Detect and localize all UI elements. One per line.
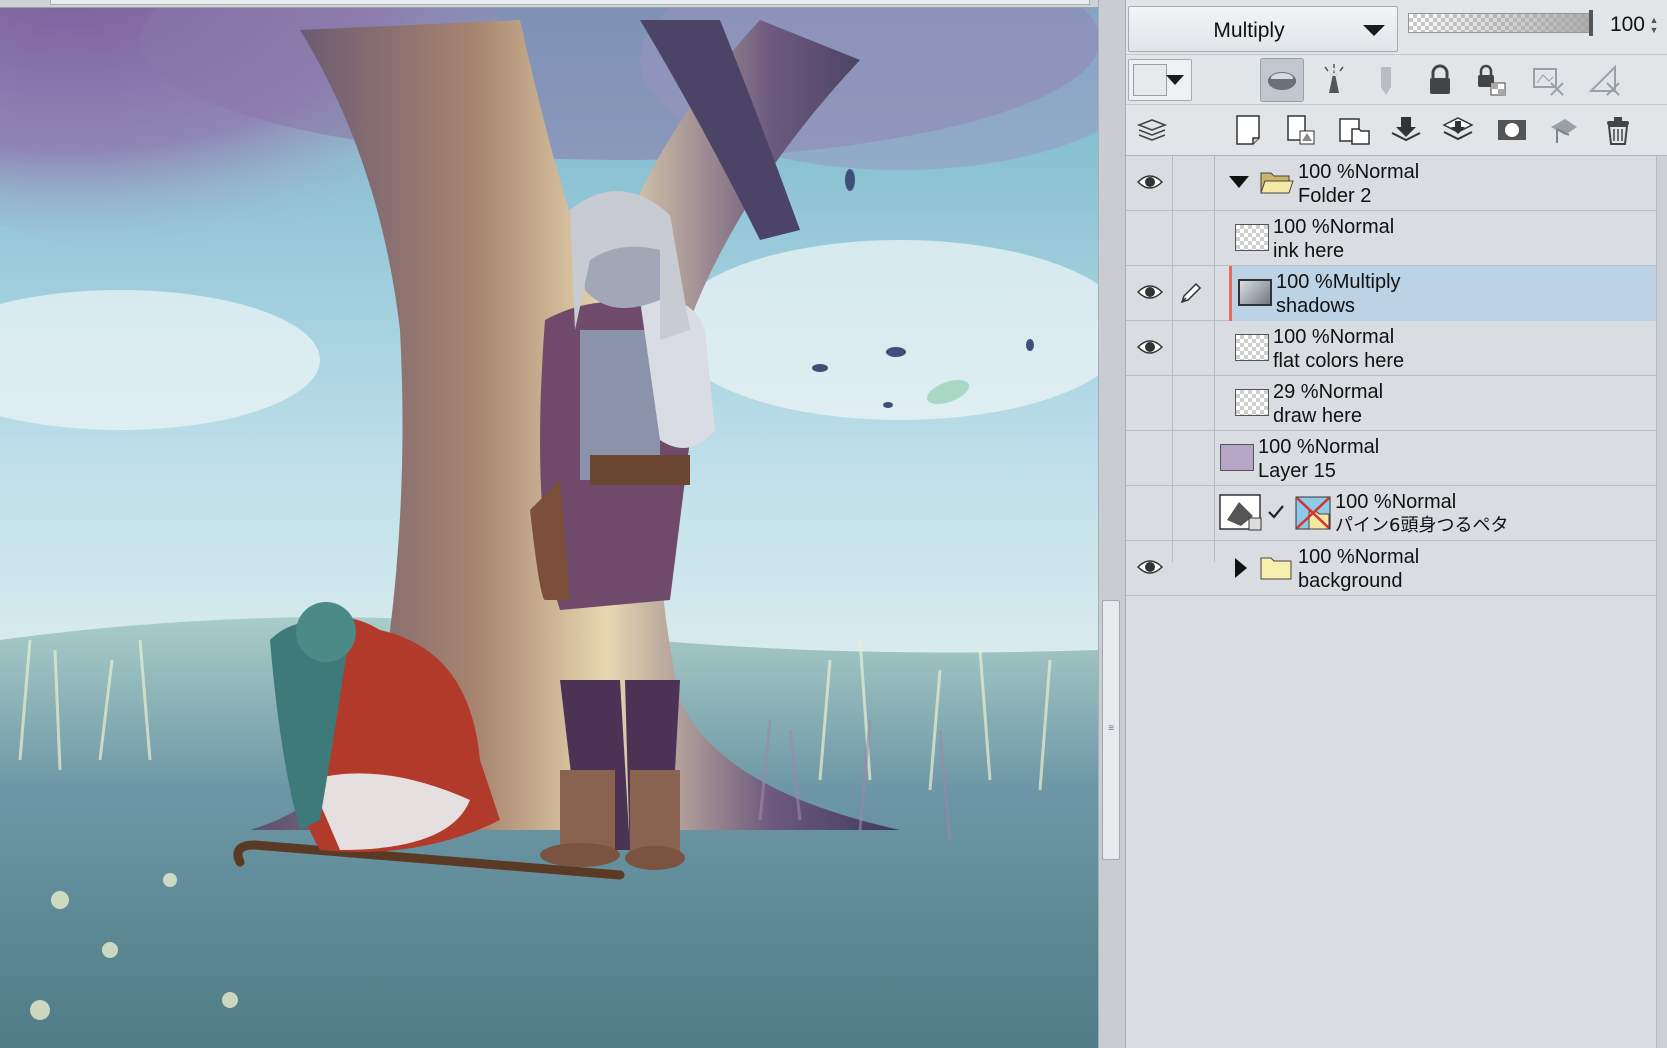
- horizontal-scroll-thumb[interactable]: [50, 0, 1090, 5]
- layer-opacity-mode: 100 %Normal: [1298, 161, 1420, 183]
- layer-row[interactable]: 100 %Normal background: [1126, 541, 1656, 596]
- eye-icon[interactable]: [1134, 553, 1166, 581]
- layer-name: shadows: [1276, 295, 1355, 317]
- opacity-spin-icon[interactable]: ▲ ▼: [1647, 15, 1661, 35]
- chevron-down-icon: [1363, 25, 1385, 36]
- layer-thumbnail: [1235, 389, 1269, 416]
- layer-thumbnail: [1238, 279, 1272, 306]
- layer-opacity-mode: 100 %Normal: [1258, 436, 1380, 458]
- layer-row[interactable]: 100 %Normal パイン6頭身つるペタ: [1126, 486, 1656, 541]
- layer-opacity-mode: 100 %Multiply: [1276, 271, 1401, 293]
- layer-row[interactable]: 100 %Normal Folder 2: [1126, 156, 1656, 211]
- layer-panel: Multiply 100 ▲ ▼ 100 %Normal Folder 2 10…: [1126, 0, 1667, 1048]
- layer-row[interactable]: 100 %Normal Layer 15: [1126, 431, 1656, 486]
- canvas-area[interactable]: [0, 0, 1098, 1048]
- lock-layer-icon[interactable]: [1418, 58, 1462, 102]
- blend-mode-dropdown[interactable]: Multiply: [1128, 6, 1398, 52]
- opacity-slider[interactable]: [1408, 10, 1593, 36]
- layer-properties-bar: Multiply 100 ▲ ▼: [1126, 0, 1667, 54]
- layer-list-scrollbar[interactable]: [1656, 156, 1667, 1048]
- layer-row[interactable]: 100 %Normal flat colors here: [1126, 321, 1656, 376]
- layer-opacity-mode: 100 %Normal: [1298, 546, 1420, 568]
- layer-name: Layer 15: [1258, 460, 1336, 482]
- layer-color-swatch: [1133, 64, 1167, 96]
- draft-layer-icon[interactable]: [1364, 58, 1408, 102]
- new-vector-layer-icon[interactable]: [1278, 108, 1322, 152]
- new-folder-icon[interactable]: [1332, 108, 1376, 152]
- canvas-horizontal-scrollbar[interactable]: [0, 0, 1098, 8]
- layer-color-dropdown[interactable]: [1128, 59, 1192, 101]
- layer-stack-icon[interactable]: [1130, 108, 1174, 152]
- splitter-grip-icon[interactable]: ≡: [1103, 724, 1119, 734]
- opacity-slider-handle[interactable]: [1589, 10, 1593, 36]
- eye-icon[interactable]: [1134, 278, 1166, 306]
- canvas-vertical-scrollbar[interactable]: ≡: [1098, 0, 1126, 1048]
- layer-property-tools: [1126, 54, 1667, 104]
- folder-icon: [1260, 557, 1292, 580]
- chevron-down-icon[interactable]: [1229, 176, 1249, 188]
- transfer-down-icon[interactable]: [1384, 108, 1428, 152]
- layer-name: draw here: [1273, 405, 1362, 427]
- chevron-right-icon[interactable]: [1235, 558, 1247, 578]
- opacity-value[interactable]: 100: [1601, 13, 1645, 37]
- layer-opacity-mode: 29 %Normal: [1273, 381, 1384, 403]
- open-folder-icon: [1260, 172, 1294, 194]
- mask-disable-icon[interactable]: [1526, 58, 1570, 102]
- 3d-layer-icon: [1219, 494, 1262, 531]
- edit-pen-icon: [1176, 278, 1206, 308]
- apply-mask-icon[interactable]: [1542, 108, 1586, 152]
- layer-list: 100 %Normal Folder 2 100 %Normal ink her…: [1126, 156, 1656, 1048]
- layer-row-selected[interactable]: 100 %Multiply shadows: [1126, 266, 1656, 321]
- layer-opacity-mode: 100 %Normal: [1273, 326, 1395, 348]
- blend-mode-value: Multiply: [1213, 19, 1285, 42]
- layer-name: background: [1298, 570, 1403, 592]
- layer-command-bar: [1126, 104, 1667, 156]
- merge-down-icon[interactable]: [1436, 108, 1480, 152]
- eye-icon[interactable]: [1134, 333, 1166, 361]
- layer-name: Folder 2: [1298, 185, 1372, 207]
- layer-name: パイン6頭身つるペタ: [1335, 515, 1509, 536]
- ruler-disable-icon[interactable]: [1582, 58, 1626, 102]
- chevron-down-icon: [1166, 75, 1184, 85]
- layer-opacity-mode: 100 %Normal: [1273, 216, 1395, 238]
- layer-row[interactable]: 100 %Normal ink here: [1126, 211, 1656, 266]
- check-icon[interactable]: [1267, 504, 1285, 520]
- layer-row[interactable]: 29 %Normal draw here: [1126, 376, 1656, 431]
- clip-to-layer-below-icon[interactable]: [1260, 58, 1304, 102]
- layer-thumbnail: [1235, 224, 1269, 251]
- create-mask-icon[interactable]: [1490, 108, 1534, 152]
- layer-name: ink here: [1273, 240, 1345, 262]
- new-raster-layer-icon[interactable]: [1226, 108, 1270, 152]
- artwork-illustration: [0, 0, 1098, 1048]
- delete-layer-icon[interactable]: [1596, 108, 1640, 152]
- reference-layer-icon[interactable]: [1312, 58, 1356, 102]
- 3d-material-thumbnail: [1295, 496, 1331, 530]
- lock-transparency-icon[interactable]: [1468, 58, 1512, 102]
- layer-thumbnail: [1235, 334, 1269, 361]
- eye-icon[interactable]: [1134, 168, 1166, 196]
- layer-thumbnail: [1220, 444, 1254, 471]
- layer-name: flat colors here: [1273, 350, 1405, 372]
- layer-opacity-mode: 100 %Normal: [1335, 491, 1457, 513]
